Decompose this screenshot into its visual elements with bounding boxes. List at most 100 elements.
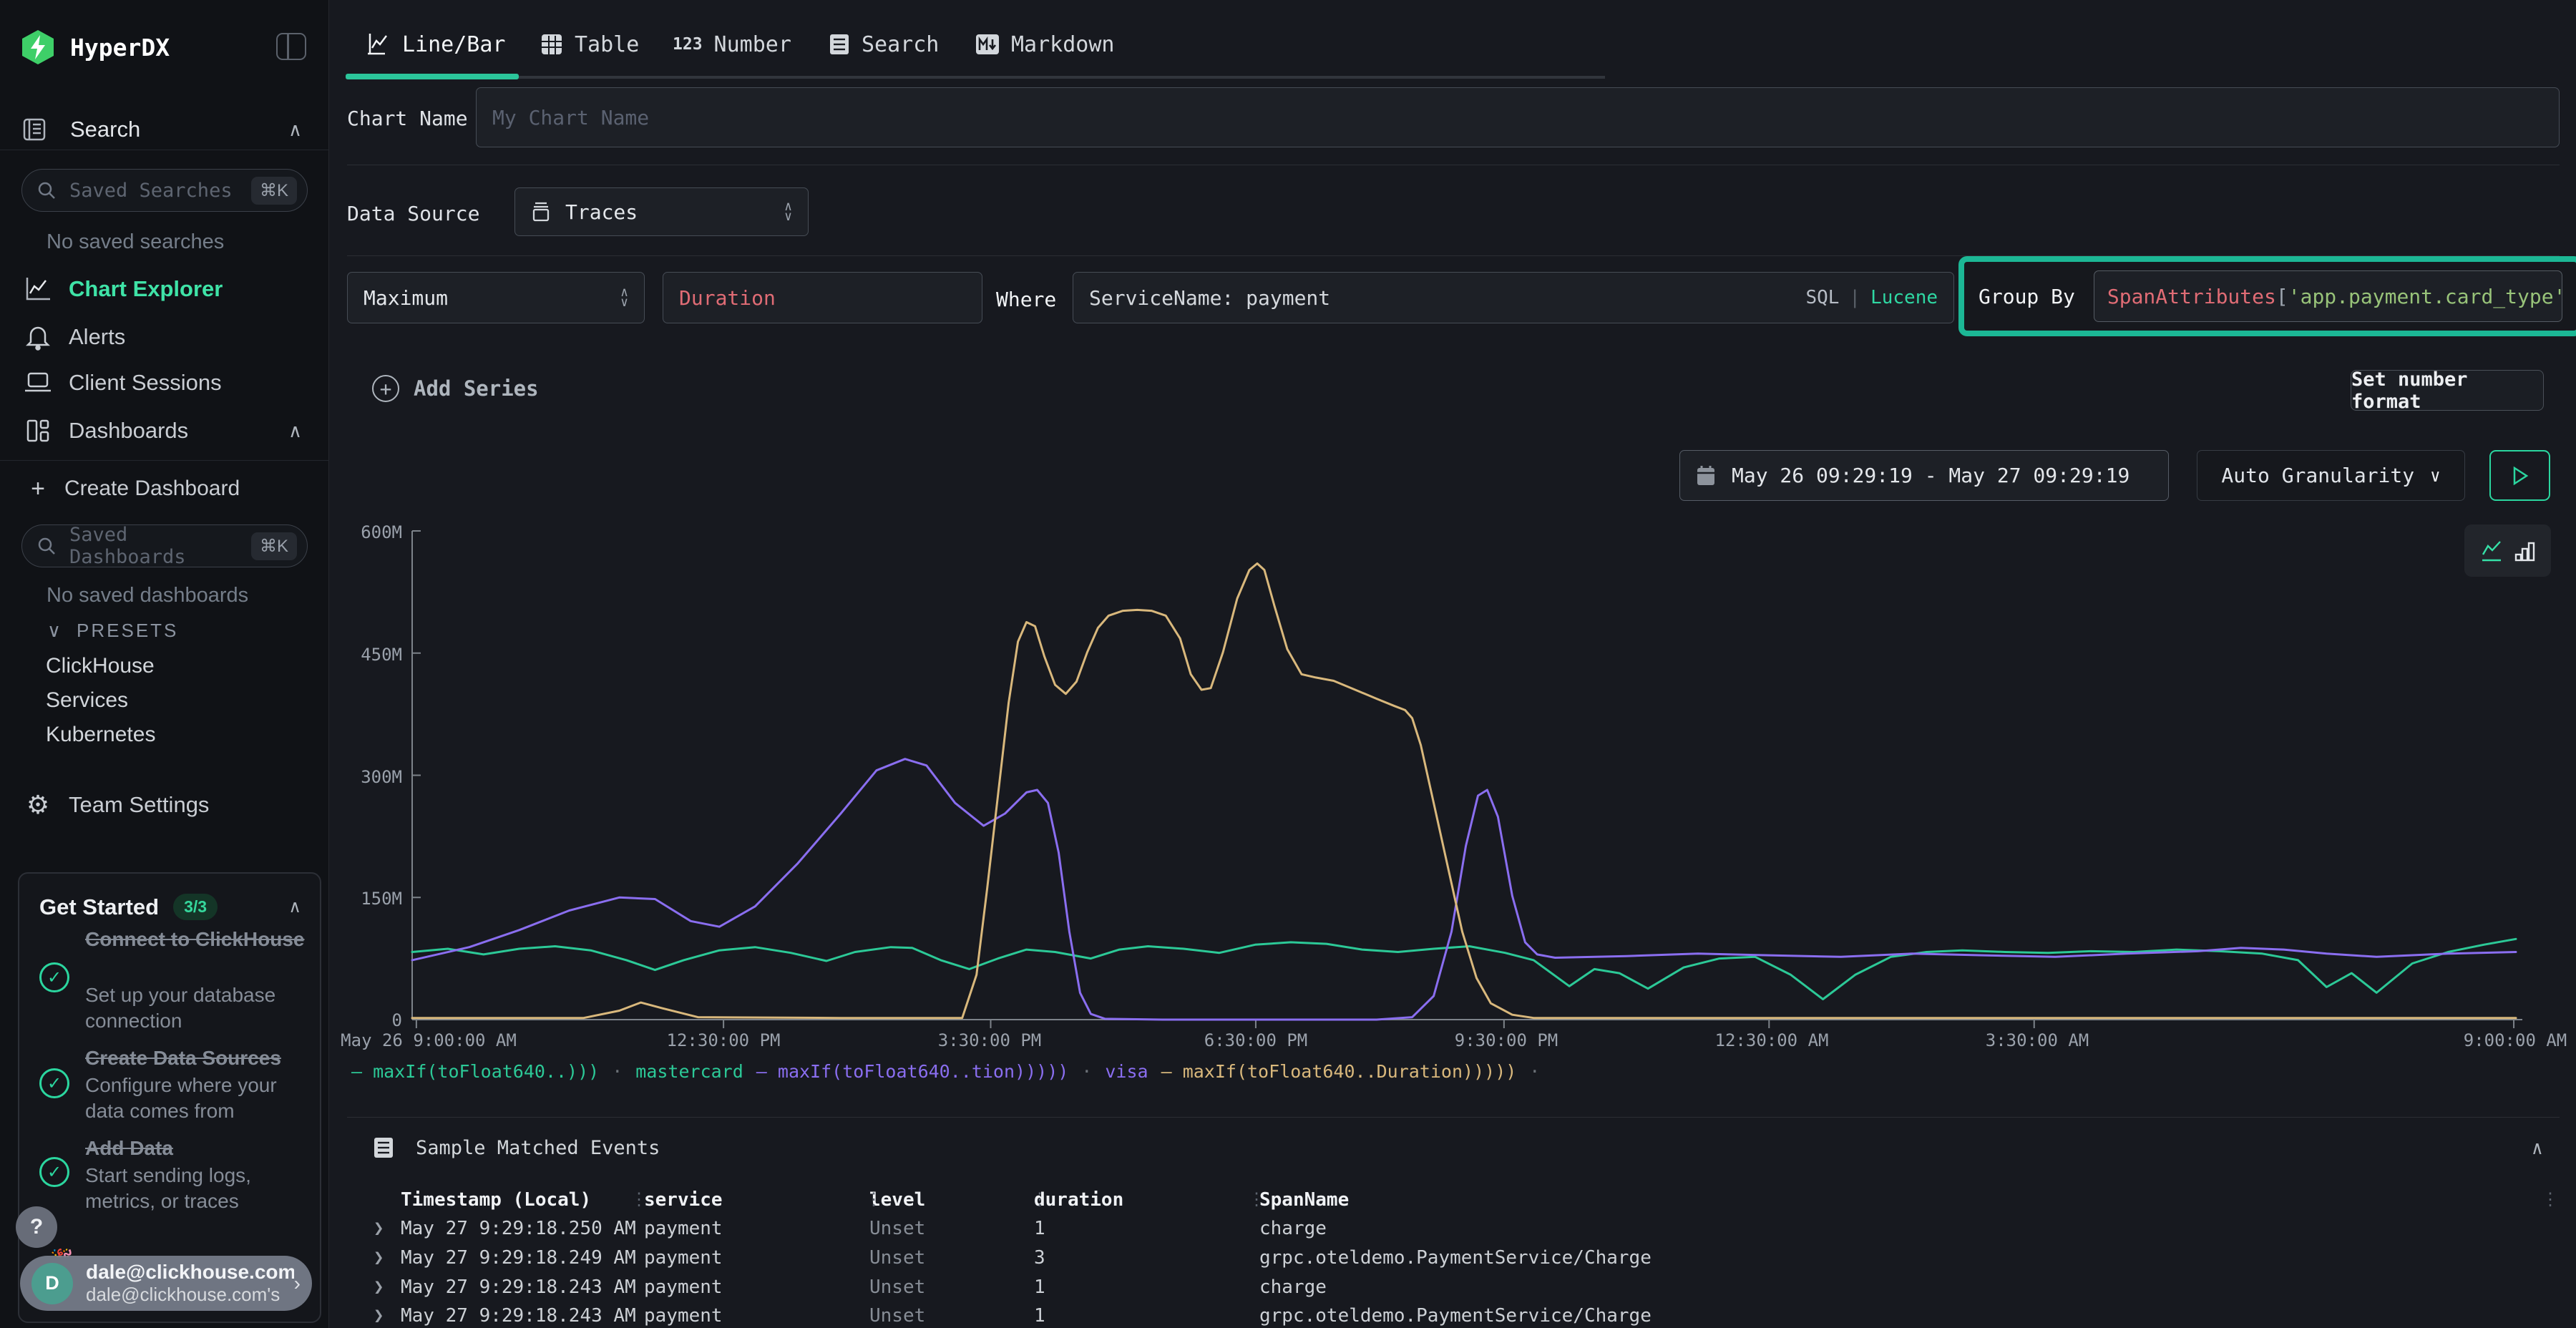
chart-name-input[interactable]: My Chart Name [476,87,2560,147]
presets-header[interactable]: ∨ PRESETS [47,620,178,642]
chevron-up-icon[interactable]: ∧ [288,119,302,141]
sidebar-item-alerts[interactable]: Alerts [21,321,308,353]
hyperdx-logo-icon [21,29,54,65]
aggregation-select[interactable]: Maximum ∧∨ [347,272,645,323]
tab-markdown[interactable]: Markdown [975,27,1115,62]
check-circle-icon: ✓ [39,1068,69,1098]
events-list-icon [373,1136,394,1159]
get-started-item-title[interactable]: Add Data [85,1136,307,1161]
get-started-item-desc: Configure where your data comes from [85,1073,307,1124]
chevron-down-icon: ∨ [2430,466,2440,486]
column-resize-handle[interactable]: ⋮ [865,1189,882,1209]
tab-label: Markdown [1011,32,1115,57]
saved-dashboards-input[interactable]: Saved Dashboards ⌘K [21,524,308,567]
get-started-item-title[interactable]: Create Data Sources [85,1045,307,1071]
sidebar-collapse-icon[interactable] [276,33,306,60]
sidebar-item-kubernetes[interactable]: Kubernetes [46,723,155,747]
add-series-button[interactable]: + Add Series [372,375,539,402]
sidebar-item-team-settings[interactable]: ⚙ Team Settings [21,788,308,821]
app-title: HyperDX [70,34,170,62]
help-button[interactable]: ? [16,1206,57,1248]
cell-service: payment [644,1305,723,1327]
sample-events-header[interactable]: Sample Matched Events [373,1136,660,1159]
legend-group[interactable]: visa [1105,1061,1148,1082]
expand-row-icon[interactable]: ❯ [374,1218,384,1238]
field-input[interactable]: Duration [663,272,982,323]
tab-table[interactable]: Table [540,27,639,62]
shortcut-badge: ⌘K [251,532,297,560]
saved-searches-input[interactable]: Saved Searches ⌘K [21,169,308,212]
column-resize-handle[interactable]: ⋮ [630,1189,648,1209]
expand-row-icon[interactable]: ❯ [374,1247,384,1267]
create-dashboard-button[interactable]: + Create Dashboard [21,472,308,505]
get-started-item-desc: Set up your database connection [85,982,307,1034]
legend-separator: · [612,1061,623,1082]
cell-spanname: charge [1259,1218,1327,1239]
sidebar-item-dashboards[interactable]: Dashboards ∧ [21,414,308,447]
tab-line-bar[interactable]: Line/Bar [366,27,506,62]
sidebar-item-chart-explorer[interactable]: Chart Explorer [21,273,308,306]
chevron-right-icon: › [294,1272,301,1295]
cell-level: Unset [869,1305,925,1327]
x-axis-label: 9:30:00 PM [1455,1030,1558,1050]
check-circle-icon: ✓ [39,1157,69,1187]
run-query-button[interactable] [2489,450,2550,501]
timeseries-chart[interactable] [410,529,2522,1030]
chevron-up-icon[interactable]: ∧ [2532,1138,2543,1159]
chevron-up-icon[interactable]: ∧ [288,897,301,917]
group-by-input[interactable]: SpanAttributes['app.payment.card_type'] [2094,270,2562,322]
date-range-picker[interactable]: May 26 09:29:19 - May 27 09:29:19 [1679,450,2169,501]
cell-level: Unset [869,1276,925,1298]
column-resize-handle[interactable]: ⋮ [1031,1189,1048,1209]
expand-row-icon[interactable]: ❯ [374,1276,384,1297]
laptop-icon [21,371,54,395]
no-saved-searches-label: No saved searches [47,230,224,254]
sidebar-item-label: Chart Explorer [69,276,223,302]
group-by-highlight: Group By SpanAttributes['app.payment.car… [1958,256,2576,336]
expand-row-icon[interactable]: ❯ [374,1305,384,1325]
date-range-value: May 26 09:29:19 - May 27 09:29:19 [1732,464,2129,487]
tab-number[interactable]: 123 Number [673,27,791,62]
plus-icon: + [21,475,54,503]
group-by-label: Group By [1979,285,2075,308]
sidebar-section-search[interactable]: Search ∧ [21,114,308,145]
data-source-value: Traces [565,200,638,224]
user-menu[interactable]: D dale@clickhouse.com dale@clickhouse.co… [20,1256,312,1311]
column-header-timestamp[interactable]: Timestamp (Local) [401,1189,591,1211]
x-axis-label: May 26 9:00:00 AM [341,1030,517,1050]
chevron-up-icon[interactable]: ∧ [288,420,302,442]
column-resize-handle[interactable]: ⋮ [1248,1189,1265,1209]
granularity-select[interactable]: Auto Granularity ∨ [2197,450,2465,501]
play-icon [2511,466,2529,486]
cell-timestamp: May 27 9:29:18.250 AM [401,1218,636,1239]
lucene-toggle[interactable]: Lucene [1870,287,1938,308]
legend-swatch: — [1161,1061,1172,1082]
sql-toggle[interactable]: SQL [1805,287,1839,308]
sidebar-item-client-sessions[interactable]: Client Sessions [21,366,308,399]
database-icon [531,201,551,223]
tab-search[interactable]: Search [829,27,939,62]
sidebar-item-clickhouse[interactable]: ClickHouse [46,654,155,678]
cell-service: payment [644,1276,723,1298]
legend-swatch: — [351,1061,362,1082]
search-icon [36,536,57,556]
cell-timestamp: May 27 9:29:18.243 AM [401,1276,636,1298]
set-number-format-button[interactable]: Set number format [2351,370,2544,411]
get-started-item-title[interactable]: Connect to ClickHouse [85,927,307,952]
cell-duration: 1 [1034,1276,1045,1298]
legend-group[interactable]: mastercard [635,1061,743,1082]
column-header-spanname[interactable]: SpanName [1259,1189,1349,1211]
column-resize-handle[interactable]: ⋮ [2542,1189,2559,1209]
legend-item[interactable]: — maxIf(toFloat640..))) [351,1061,599,1082]
legend-item[interactable]: — maxIf(toFloat640..Duration))))) [1161,1061,1517,1082]
legend-item[interactable]: — maxIf(toFloat640..tion))))) [756,1061,1069,1082]
chart-name-placeholder: My Chart Name [492,106,649,130]
x-axis-label: 3:30:00 PM [938,1030,1042,1050]
data-source-select[interactable]: Traces ∧∨ [514,187,809,236]
search-list-icon [829,33,850,56]
x-axis-label: 3:30:00 AM [1986,1030,2089,1050]
where-input[interactable]: ServiceName: payment SQL | Lucene [1073,272,1954,323]
column-header-service[interactable]: service [644,1189,723,1211]
cell-level: Unset [869,1218,925,1239]
sidebar-item-services[interactable]: Services [46,688,128,713]
